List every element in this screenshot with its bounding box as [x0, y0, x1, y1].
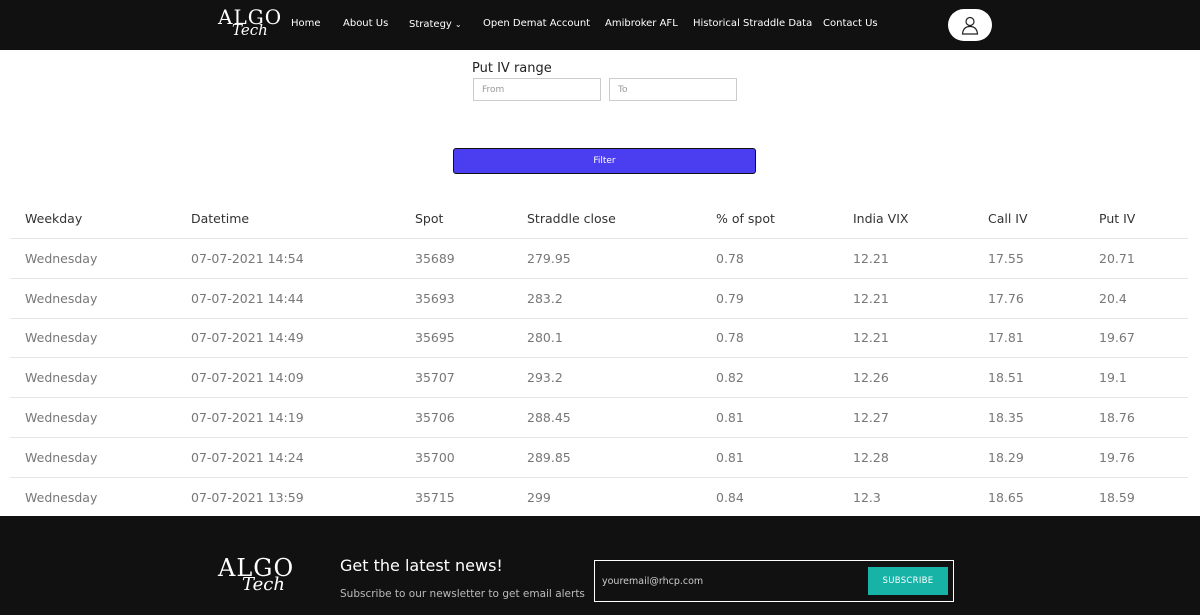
cell-weekday: Wednesday: [25, 330, 98, 346]
table-row: Wednesday 07-07-2021 13:59 35715 299 0.84 12.…: [10, 478, 1188, 518]
cell-call-iv: 17.81: [988, 330, 1024, 346]
cell-put-iv: 19.67: [1099, 330, 1135, 346]
newsletter-subtitle: Subscribe to our newsletter to get email…: [340, 588, 585, 600]
cell-straddle-close: 289.85: [527, 449, 571, 465]
cell-india-vix: 12.21: [853, 290, 889, 306]
nav-strategy-label: Strategy: [409, 19, 452, 30]
cell-percent-of-spot: 0.81: [716, 449, 744, 465]
filter-button[interactable]: Filter: [453, 148, 756, 174]
cell-put-iv: 20.4: [1099, 290, 1127, 306]
user-account-button[interactable]: [948, 9, 992, 41]
cell-spot: 35707: [415, 370, 455, 386]
nav-home[interactable]: Home: [291, 18, 321, 29]
cell-india-vix: 12.26: [853, 370, 889, 386]
top-navbar: ALGO Tech Home About Us Strategy ⌄ Open D…: [0, 0, 1200, 50]
cell-india-vix: 12.27: [853, 410, 889, 426]
cell-call-iv: 18.65: [988, 489, 1024, 505]
header-weekday[interactable]: Weekday: [25, 199, 82, 238]
put-iv-to-input[interactable]: [609, 78, 737, 101]
cell-weekday: Wednesday: [25, 370, 98, 386]
cell-spot: 35706: [415, 410, 455, 426]
header-india-vix[interactable]: India VIX: [853, 199, 908, 238]
cell-spot: 35689: [415, 250, 455, 266]
header-straddle-close[interactable]: Straddle close: [527, 199, 616, 238]
chevron-down-icon: ⌄: [454, 20, 462, 29]
cell-weekday: Wednesday: [25, 489, 98, 505]
table-row: Wednesday 07-07-2021 14:49 35695 280.1 0.78 1…: [10, 319, 1188, 359]
newsletter-title: Get the latest news!: [340, 556, 503, 575]
header-percent-of-spot[interactable]: % of spot: [716, 199, 775, 238]
cell-weekday: Wednesday: [25, 449, 98, 465]
cell-straddle-close: 279.95: [527, 250, 571, 266]
table-row: Wednesday 07-07-2021 14:24 35700 289.85 0.81…: [10, 438, 1188, 478]
cell-datetime: 07-07-2021 14:19: [191, 410, 304, 426]
cell-call-iv: 18.29: [988, 449, 1024, 465]
footer-algo-tech-logo[interactable]: ALGO Tech: [218, 556, 294, 594]
cell-percent-of-spot: 0.84: [716, 489, 744, 505]
cell-datetime: 07-07-2021 14:49: [191, 330, 304, 346]
table-row: Wednesday 07-07-2021 14:09 35707 293.2 0.82 1…: [10, 358, 1188, 399]
algo-tech-logo[interactable]: ALGO Tech: [218, 7, 282, 38]
header-put-iv[interactable]: Put IV: [1099, 199, 1135, 238]
subscribe-button[interactable]: SUBSCRIBE: [868, 567, 948, 595]
cell-call-iv: 17.76: [988, 290, 1024, 306]
header-datetime[interactable]: Datetime: [191, 199, 249, 238]
cell-spot: 35695: [415, 330, 455, 346]
cell-weekday: Wednesday: [25, 250, 98, 266]
cell-put-iv: 19.76: [1099, 449, 1135, 465]
straddle-data-table: Weekday Datetime Spot Straddle close % o…: [10, 199, 1188, 518]
cell-percent-of-spot: 0.79: [716, 290, 744, 306]
cell-percent-of-spot: 0.78: [716, 250, 744, 266]
cell-call-iv: 17.55: [988, 250, 1024, 266]
cell-call-iv: 18.51: [988, 370, 1024, 386]
cell-datetime: 07-07-2021 14:09: [191, 370, 304, 386]
cell-datetime: 07-07-2021 14:24: [191, 449, 304, 465]
cell-datetime: 07-07-2021 13:59: [191, 489, 304, 505]
footer: ALGO Tech Get the latest news! Subscribe…: [0, 516, 1200, 615]
cell-india-vix: 12.21: [853, 330, 889, 346]
cell-straddle-close: 283.2: [527, 290, 563, 306]
cell-put-iv: 18.76: [1099, 410, 1135, 426]
cell-india-vix: 12.3: [853, 489, 881, 505]
cell-straddle-close: 288.45: [527, 410, 571, 426]
cell-datetime: 07-07-2021 14:54: [191, 250, 304, 266]
header-call-iv[interactable]: Call IV: [988, 199, 1028, 238]
cell-straddle-close: 299: [527, 489, 551, 505]
header-spot[interactable]: Spot: [415, 199, 443, 238]
cell-put-iv: 19.1: [1099, 370, 1127, 386]
cell-datetime: 07-07-2021 14:44: [191, 290, 304, 306]
nav-about-us[interactable]: About Us: [343, 18, 388, 29]
cell-put-iv: 18.59: [1099, 489, 1135, 505]
cell-straddle-close: 280.1: [527, 330, 563, 346]
cell-spot: 35700: [415, 449, 455, 465]
cell-india-vix: 12.28: [853, 449, 889, 465]
cell-put-iv: 20.71: [1099, 250, 1135, 266]
cell-india-vix: 12.21: [853, 250, 889, 266]
cell-percent-of-spot: 0.82: [716, 370, 744, 386]
cell-call-iv: 18.35: [988, 410, 1024, 426]
nav-open-demat-account[interactable]: Open Demat Account: [483, 18, 590, 29]
cell-weekday: Wednesday: [25, 290, 98, 306]
put-iv-from-input[interactable]: [473, 78, 601, 101]
user-icon: [961, 16, 979, 35]
cell-percent-of-spot: 0.81: [716, 410, 744, 426]
newsletter-email-input[interactable]: [598, 564, 868, 598]
nav-historical-straddle-data[interactable]: Historical Straddle Data: [693, 18, 812, 29]
table-row: Wednesday 07-07-2021 14:44 35693 283.2 0.79 1…: [10, 279, 1188, 319]
put-iv-range-label: Put IV range: [472, 61, 552, 76]
table-row: Wednesday 07-07-2021 14:54 35689 279.95 0.78…: [10, 239, 1188, 279]
nav-contact-us[interactable]: Contact Us: [823, 18, 878, 29]
nav-amibroker-afl[interactable]: Amibroker AFL: [605, 18, 678, 29]
cell-straddle-close: 293.2: [527, 370, 563, 386]
cell-weekday: Wednesday: [25, 410, 98, 426]
cell-spot: 35715: [415, 489, 455, 505]
table-header-row: Weekday Datetime Spot Straddle close % o…: [10, 199, 1188, 239]
nav-strategy[interactable]: Strategy ⌄: [409, 19, 462, 30]
cell-percent-of-spot: 0.78: [716, 330, 744, 346]
table-row: Wednesday 07-07-2021 14:19 35706 288.45 0.81…: [10, 398, 1188, 438]
cell-spot: 35693: [415, 290, 455, 306]
